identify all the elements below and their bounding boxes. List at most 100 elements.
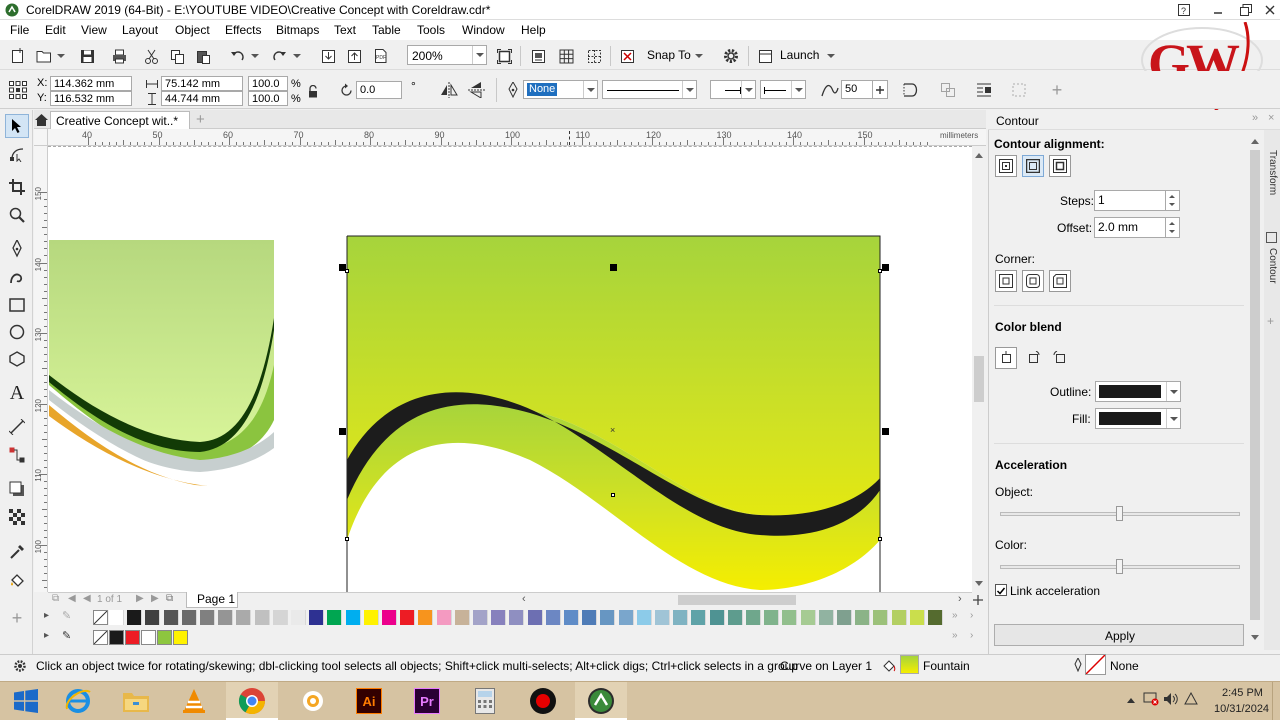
- palette-menu-icon[interactable]: ›: [970, 611, 973, 621]
- snap-to-button[interactable]: Snap To: [647, 49, 691, 61]
- palette-swatch[interactable]: [236, 610, 252, 625]
- help-icon[interactable]: ?: [1176, 1, 1192, 18]
- menu-bitmaps[interactable]: Bitmaps: [276, 23, 319, 37]
- new-document-icon[interactable]: [8, 46, 28, 66]
- palette-swatch[interactable]: [309, 610, 325, 625]
- artistic-media-tool-icon[interactable]: [5, 265, 29, 289]
- palette-swatch[interactable]: [218, 610, 234, 625]
- transparency-tool-icon[interactable]: [5, 505, 29, 529]
- undo-dropdown-icon[interactable]: [250, 46, 260, 66]
- offset-field[interactable]: 2.0 mm: [1094, 217, 1166, 238]
- palette-swatch[interactable]: [109, 610, 124, 625]
- menu-text[interactable]: Text: [334, 23, 356, 37]
- start-arrowhead-dropdown[interactable]: [710, 80, 756, 99]
- docker-close-icon[interactable]: ×: [1268, 113, 1274, 124]
- options-gear-icon[interactable]: [720, 45, 742, 67]
- open-dropdown-icon[interactable]: [56, 46, 66, 66]
- selection-handle-middle-right[interactable]: [882, 428, 889, 435]
- bevel-corner-button[interactable]: [1049, 270, 1071, 292]
- outline-color-picker[interactable]: [1095, 381, 1181, 402]
- palette-swatch[interactable]: [545, 610, 561, 625]
- freehand-tool-icon[interactable]: [5, 237, 29, 261]
- undo-icon[interactable]: [228, 46, 248, 66]
- menu-object[interactable]: Object: [175, 23, 210, 37]
- palette-swatch[interactable]: [181, 610, 197, 625]
- menu-view[interactable]: View: [81, 23, 107, 37]
- palette-swatch[interactable]: [746, 610, 761, 625]
- redo-dropdown-icon[interactable]: [292, 46, 302, 66]
- palette-swatch[interactable]: [891, 610, 907, 625]
- tray-expand-icon[interactable]: [1124, 693, 1138, 707]
- palette-swatch[interactable]: [345, 610, 361, 625]
- contour-side-tab[interactable]: Contour: [1265, 248, 1279, 300]
- scale-x-field[interactable]: 100.0: [248, 76, 288, 91]
- crop-tool-icon[interactable]: [5, 175, 29, 199]
- new-tab-button[interactable]: +: [196, 112, 205, 127]
- palette-swatch[interactable]: [709, 610, 725, 625]
- clock-time[interactable]: 2:45 PM: [1222, 688, 1263, 699]
- palette-swatch[interactable]: [636, 610, 652, 625]
- palette-swatch[interactable]: [127, 610, 143, 625]
- curve-node[interactable]: [345, 537, 349, 541]
- document-color-swatch[interactable]: [125, 630, 140, 645]
- document-color-swatch[interactable]: [141, 630, 156, 645]
- pick-tool-icon[interactable]: [5, 114, 29, 138]
- menu-edit[interactable]: Edit: [45, 23, 66, 37]
- add-property-icon[interactable]: +: [1046, 80, 1068, 100]
- steps-field[interactable]: 1: [1094, 190, 1166, 211]
- open-folder-icon[interactable]: [34, 46, 54, 66]
- connector-tool-icon[interactable]: [5, 443, 29, 467]
- menu-table[interactable]: Table: [372, 23, 401, 37]
- width-field[interactable]: 75.142 mm: [161, 76, 243, 91]
- doc-palette-eyedropper-icon[interactable]: ✎: [62, 631, 71, 642]
- copy-icon[interactable]: [167, 46, 187, 66]
- palette-swatch[interactable]: [291, 610, 306, 625]
- status-settings-icon[interactable]: [11, 657, 29, 675]
- palette-swatch[interactable]: [600, 610, 616, 625]
- save-icon[interactable]: [77, 46, 97, 66]
- volume-icon[interactable]: [1162, 690, 1180, 708]
- vertical-scroll-thumb[interactable]: [974, 356, 984, 402]
- y-position-field[interactable]: 116.532 mm: [50, 91, 132, 106]
- palette-swatch[interactable]: [509, 610, 525, 625]
- smoothing-increase-icon[interactable]: [872, 80, 888, 99]
- mitered-corner-button[interactable]: [995, 270, 1017, 292]
- print-icon[interactable]: [109, 46, 129, 66]
- last-page-icon[interactable]: ▶: [151, 594, 159, 604]
- object-origin-icon[interactable]: [6, 78, 30, 102]
- doc-palette-scroll-icon[interactable]: »: [952, 631, 958, 641]
- offset-spinner[interactable]: [1166, 217, 1180, 238]
- home-icon[interactable]: [33, 111, 49, 128]
- ruler-corner[interactable]: [34, 129, 48, 146]
- ellipse-tool-icon[interactable]: [5, 320, 29, 344]
- zoom-tool-icon[interactable]: [5, 203, 29, 227]
- zoom-level-dropdown[interactable]: 200%: [407, 45, 487, 65]
- selection-handle-top-center[interactable]: [610, 264, 617, 271]
- end-arrowhead-dropdown[interactable]: [760, 80, 806, 99]
- palette-swatch[interactable]: [800, 610, 816, 625]
- menu-layout[interactable]: Layout: [122, 23, 158, 37]
- clock-date[interactable]: 10/31/2024: [1214, 704, 1269, 715]
- restore-button[interactable]: [1238, 1, 1254, 18]
- palette-swatch[interactable]: [272, 610, 288, 625]
- chrome-icon[interactable]: [229, 684, 275, 718]
- menu-help[interactable]: Help: [521, 23, 546, 37]
- illustrator-icon[interactable]: Ai: [346, 684, 392, 718]
- palette-swatch[interactable]: [582, 610, 598, 625]
- palette-swatch[interactable]: [400, 610, 416, 625]
- document-tab[interactable]: Creative Concept wit..*: [50, 111, 190, 129]
- mirror-vertical-icon[interactable]: [466, 80, 488, 100]
- parallel-dimension-tool-icon[interactable]: [5, 415, 29, 439]
- apply-button[interactable]: Apply: [994, 624, 1244, 646]
- palette-swatch[interactable]: [200, 610, 215, 625]
- internet-explorer-icon[interactable]: [55, 684, 101, 718]
- x-position-field[interactable]: 114.362 mm: [50, 76, 132, 91]
- palette-swatch[interactable]: [618, 610, 634, 625]
- palette-swatch[interactable]: [691, 610, 707, 625]
- palette-swatch[interactable]: [655, 610, 670, 625]
- palette-swatch[interactable]: [909, 610, 925, 625]
- transform-side-tab[interactable]: Transform: [1265, 150, 1279, 208]
- color-eyedropper-tool-icon[interactable]: [5, 540, 29, 564]
- add-tool-icon[interactable]: +: [5, 606, 29, 630]
- inside-contour-button[interactable]: [1022, 155, 1044, 177]
